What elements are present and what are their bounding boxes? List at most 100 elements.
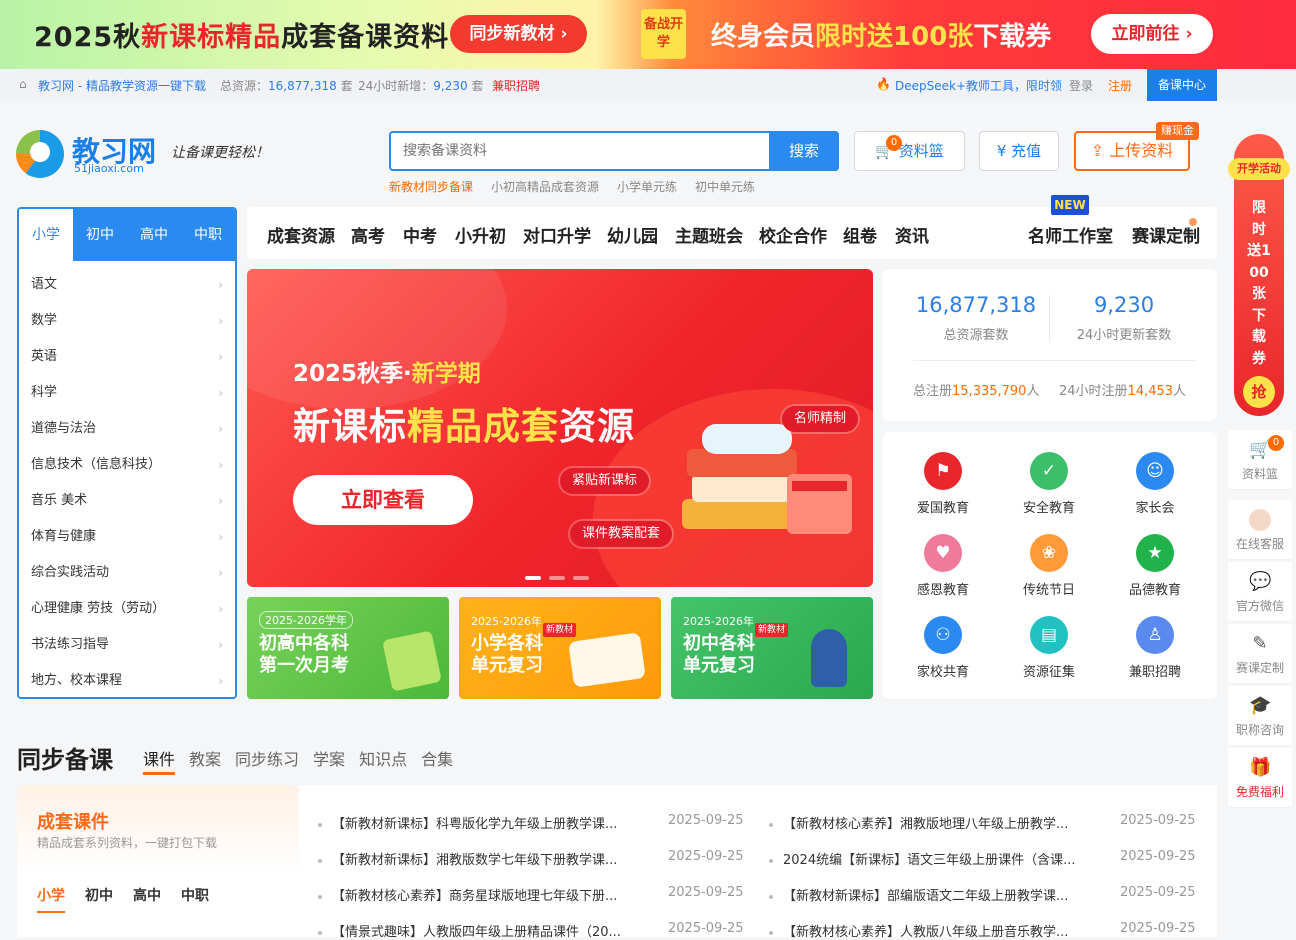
sub-banner-junior-review[interactable]: 2025-2026年 新教材 初中各科 单元复习 (671, 597, 873, 699)
carousel-dot[interactable] (573, 576, 589, 580)
topic-gratitude[interactable]: ♥ 感恩教育 (903, 534, 983, 598)
sub-banner-monthly-exam[interactable]: 2025-2026学年 初高中各科 第一次月考 (247, 597, 449, 699)
kit-tab-senior[interactable]: 高中 (133, 885, 161, 905)
list-item[interactable]: 【新教材新课标】科粤版化学九年级上册教学课... (318, 813, 617, 832)
float-custom[interactable]: ✎ 赛课定制 (1228, 624, 1292, 684)
chevron-right-icon: › (218, 386, 223, 400)
list-item[interactable]: 【新教材新课标】湘教版数学七年级下册教学课... (318, 849, 617, 868)
basket-button[interactable]: 🛒 资料篮 0 (854, 131, 965, 171)
nav-item[interactable]: 高考 (351, 222, 385, 247)
list-item[interactable]: 【新教材核心素养】商务星球版地理七年级下册... (318, 885, 617, 904)
subject-item[interactable]: 道德与法治 › (19, 411, 235, 447)
tab-lesson-plan[interactable]: 教案 (189, 750, 221, 772)
nav-item[interactable]: 成套资源 (267, 222, 335, 247)
gift-icon: 🎁 (1249, 757, 1272, 778)
kit-tab-vocational[interactable]: 中职 (181, 885, 209, 905)
sub-banner-primary-review[interactable]: 2025-2026年 新教材 小学各科 单元复习 (459, 597, 661, 699)
float-basket[interactable]: 🛒 资料篮 0 (1228, 430, 1292, 490)
promo-banner[interactable]: 2025秋新课标精品成套备课资料 同步新教材 › 备战开学 终身会员限时送100… (0, 0, 1296, 69)
kit-tab-primary[interactable]: 小学 (37, 885, 65, 905)
nav-item[interactable]: 校企合作 (759, 222, 827, 247)
nav-item[interactable]: 幼儿园 (607, 222, 658, 247)
subject-item[interactable]: 综合实践活动 › (19, 555, 235, 591)
site-link[interactable]: 教习网 - 精品教学资源一键下载 (38, 77, 206, 94)
search-input[interactable] (391, 133, 769, 169)
grab-button[interactable]: 抢 (1243, 376, 1275, 408)
topic-festival[interactable]: ❀ 传统节日 (1009, 534, 1089, 598)
float-wechat[interactable]: 💬 官方微信 (1228, 562, 1292, 622)
topic-recruit[interactable]: ♙ 兼职招聘 (1115, 616, 1195, 680)
carousel-dot[interactable] (549, 576, 565, 580)
topic-home-school[interactable]: ⚇ 家校共育 (903, 616, 983, 680)
float-title-consult[interactable]: 🎓 职称咨询 (1228, 686, 1292, 746)
nav-item[interactable]: 中考 (403, 222, 437, 247)
home-icon[interactable]: ⌂ (19, 77, 27, 91)
search-button[interactable]: 搜索 (769, 131, 839, 171)
tab-courseware[interactable]: 课件 (143, 750, 176, 775)
float-free-gift[interactable]: 🎁 免费福利 (1228, 748, 1292, 808)
subject-item[interactable]: 数学 › (19, 303, 235, 339)
heart-hand-icon: ♥ (924, 534, 962, 572)
nav-item[interactable]: 小升初 (455, 222, 506, 247)
hot-keyword[interactable]: 小学单元练 (617, 180, 677, 194)
deepseek-link[interactable]: DeepSeek+教师工具，限时领 (895, 77, 1062, 94)
list-item[interactable]: 【新教材新课标】部编版语文二年级上册教学课... (769, 885, 1068, 904)
tab-junior[interactable]: 初中 (73, 209, 127, 261)
subject-item[interactable]: 体育与健康 › (19, 519, 235, 555)
tab-primary[interactable]: 小学 (19, 209, 73, 261)
hero-tag: 紧贴新课标 (560, 468, 650, 494)
list-item[interactable]: 【新教材核心素养】湘教版地理八年级上册教学... (769, 813, 1068, 832)
view-now-button[interactable]: 立即查看 (293, 475, 473, 525)
hero-banner[interactable]: 2025秋季·新学期 新课标精品成套资源 立即查看 名师精制 紧贴新课标 课件教… (247, 269, 873, 587)
recharge-button[interactable]: ¥ 充值 (979, 131, 1059, 171)
promo-left-text: 2025秋新课标精品成套备课资料 (34, 22, 450, 53)
nav-custom[interactable]: 赛课定制 (1132, 222, 1200, 247)
float-service[interactable]: 在线客服 (1228, 500, 1292, 560)
hot-keyword[interactable]: 小初高精品成套资源 (491, 180, 599, 194)
list-item[interactable]: 2024统编【新课标】语文三年级上册课件（含课... (769, 849, 1075, 868)
recruit-link[interactable]: 兼职招聘 (492, 77, 540, 94)
topic-morality[interactable]: ★ 品德教育 (1115, 534, 1195, 598)
register-link[interactable]: 注册 (1108, 77, 1132, 94)
topic-patriotic[interactable]: ⚑ 爱国教育 (903, 452, 983, 516)
tab-senior[interactable]: 高中 (127, 209, 181, 261)
hot-keyword[interactable]: 初中单元练 (695, 180, 755, 194)
subject-item[interactable]: 音乐 美术 › (19, 483, 235, 519)
subject-item[interactable]: 科学 › (19, 375, 235, 411)
notification-dot (1189, 218, 1197, 226)
carousel-dot[interactable] (525, 576, 541, 580)
prep-center-button[interactable]: 备课中心 (1147, 69, 1217, 101)
kit-tab-junior[interactable]: 初中 (85, 885, 113, 905)
logo-icon (16, 130, 64, 178)
subject-item[interactable]: 心理健康 劳技（劳动） › (19, 591, 235, 627)
topic-parents[interactable]: ☺ 家长会 (1115, 452, 1195, 516)
tab-knowledge[interactable]: 知识点 (359, 750, 407, 772)
nav-item[interactable]: 资讯 (895, 222, 929, 247)
promo-go-button[interactable]: 立即前往 › (1091, 14, 1213, 54)
kit-title[interactable]: 成套课件 (37, 808, 109, 834)
topic-safety[interactable]: ✓ 安全教育 (1009, 452, 1089, 516)
tab-study-plan[interactable]: 学案 (313, 750, 345, 772)
hot-keyword[interactable]: 新教材同步备课 (389, 180, 473, 194)
activity-float[interactable]: 开学活动 限时送100张下载券 抢 (1228, 134, 1290, 416)
topic-collect[interactable]: ▤ 资源征集 (1009, 616, 1089, 680)
list-item[interactable]: 【情景式趣味】人教版四年级上册精品课件（20... (318, 921, 621, 940)
nav-item[interactable]: 对口升学 (523, 222, 591, 247)
chevron-right-icon: › (218, 602, 223, 616)
login-link[interactable]: 登录 (1069, 77, 1093, 94)
nav-studio[interactable]: 名师工作室 (1028, 222, 1113, 247)
subject-item[interactable]: 信息技术（信息科技） › (19, 447, 235, 483)
tab-collection[interactable]: 合集 (421, 750, 453, 772)
tab-practice[interactable]: 同步练习 (235, 750, 299, 772)
subject-item[interactable]: 书法练习指导 › (19, 627, 235, 663)
subject-item[interactable]: 语文 › (19, 267, 235, 303)
promo-sync-button[interactable]: 同步新教材 › (450, 15, 587, 53)
list-item[interactable]: 【新教材核心素养】人教版八年级上册音乐教学... (769, 921, 1068, 940)
nav-item[interactable]: 主题班会 (675, 222, 743, 247)
tab-vocational[interactable]: 中职 (181, 209, 235, 261)
hero-subtitle: 2025秋季·新学期 (293, 361, 481, 387)
subject-item[interactable]: 英语 › (19, 339, 235, 375)
subject-item[interactable]: 地方、校本课程 › (19, 663, 235, 697)
nav-item[interactable]: 组卷 (843, 222, 877, 247)
people-icon: ☺ (1136, 452, 1174, 490)
